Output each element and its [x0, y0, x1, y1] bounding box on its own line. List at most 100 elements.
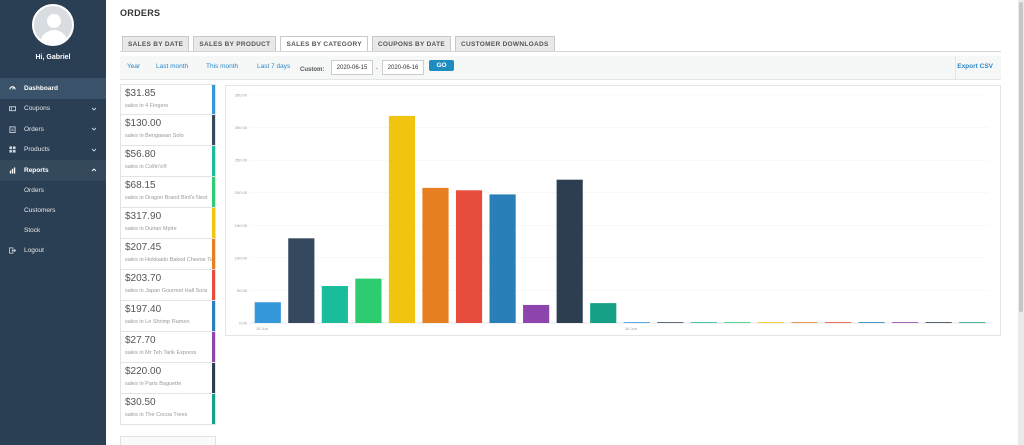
chart-bar — [757, 322, 785, 323]
chart-bar — [455, 190, 483, 323]
legend-amount: $197.40 — [125, 304, 162, 315]
chart-bar — [590, 303, 617, 323]
go-button[interactable]: GO — [429, 60, 454, 71]
legend-item[interactable]: $197.40 sales in Le Shrimp Ramen — [120, 301, 216, 332]
legend-label: sales in 4 Fingers — [125, 103, 169, 109]
legend-item[interactable]: $68.15 sales in Dragon Brand Bird's Nest — [120, 177, 216, 208]
legend-amount: $27.70 — [125, 335, 156, 346]
tab-divider — [120, 51, 1001, 52]
legend-label: sales in Collin's® — [125, 164, 167, 170]
chart-y-tick-label: 150.00 — [235, 223, 248, 228]
export-divider — [955, 56, 956, 80]
legend-item[interactable]: $31.85 sales in 4 Fingers — [120, 84, 216, 115]
range-last-month-link[interactable]: Last month — [156, 63, 188, 70]
legend-swatch — [212, 270, 215, 300]
sidebar-item-logout[interactable]: Logout — [0, 241, 106, 262]
sidebar-subitem-customers[interactable]: Customers — [0, 201, 106, 221]
legend-item[interactable]: $30.50 sales in The Cocoa Trees — [120, 394, 216, 425]
app-window: Hi, Gabriel Dashboard Coupons Orders Pro… — [0, 0, 1024, 445]
legend-swatch — [212, 332, 215, 362]
chevron-down-icon — [91, 126, 97, 132]
legend-overflow-item — [120, 436, 216, 445]
category-legend: $31.85 sales in 4 Fingers $130.00 sales in … — [120, 84, 216, 425]
chart-y-tick-label: 200.00 — [235, 190, 248, 195]
chart-bar — [355, 278, 382, 323]
sidebar-item-orders[interactable]: Orders — [0, 119, 106, 140]
sidebar-item-label: Orders — [24, 125, 44, 133]
legend-label: sales in Durian Mpire — [125, 226, 177, 232]
legend-amount: $68.15 — [125, 180, 156, 191]
profile-block: Hi, Gabriel — [0, 0, 106, 78]
legend-label: sales in Mr Teh Tarik Express — [125, 350, 197, 356]
legend-label: sales in Dragon Brand Bird's Nest — [125, 195, 208, 201]
legend-amount: $130.00 — [125, 118, 162, 129]
legend-item[interactable]: $220.00 sales in Paris Baguette — [120, 363, 216, 394]
chevron-down-icon — [91, 147, 97, 153]
page-scrollbar[interactable] — [1018, 0, 1024, 445]
date-separator: - — [376, 66, 378, 72]
chart-bar — [288, 238, 315, 323]
date-range-bar: Year Last month This month Last 7 days C… — [120, 56, 1001, 80]
chart-bar — [556, 179, 583, 323]
chart-y-tick-label: 350.00 — [235, 93, 248, 98]
chart-bar — [892, 322, 919, 323]
chart-x-tick-label: 16 Jun — [625, 326, 637, 331]
legend-item[interactable]: $27.70 sales in Mr Teh Tarik Express — [120, 332, 216, 363]
sidebar-item-reports[interactable]: Reports — [0, 160, 106, 181]
chart-x-tick-label: 15 Jun — [256, 326, 268, 331]
avatar-head — [47, 14, 61, 28]
chart-bar — [690, 322, 717, 323]
legend-swatch — [212, 301, 215, 331]
range-this-month-link[interactable]: This month — [206, 63, 238, 70]
range-last-7-days-link[interactable]: Last 7 days — [257, 63, 290, 70]
chart-y-tick-label: 300.00 — [235, 125, 248, 130]
sidebar-subitem-stock[interactable]: Stock — [0, 221, 106, 241]
chart-bar — [824, 322, 852, 323]
legend-swatch — [212, 177, 215, 207]
legend-item[interactable]: $207.45 sales in Hokkaido Baked Cheese Ta… — [120, 239, 216, 270]
legend-swatch — [212, 394, 215, 424]
chart-bar — [388, 115, 416, 323]
sidebar-item-products[interactable]: Products — [0, 140, 106, 161]
end-date-input[interactable]: 2020-06-16 — [382, 60, 424, 75]
legend-label: sales in Paris Baguette — [125, 381, 182, 387]
range-year-link[interactable]: Year — [127, 63, 140, 70]
tab-customer-downloads[interactable]: CUSTOMER DOWNLOADS — [454, 36, 555, 51]
sidebar-item-label: Coupons — [24, 105, 51, 113]
tab-sales-by-date[interactable]: SALES BY DATE — [122, 36, 190, 51]
legend-item[interactable]: $317.90 sales in Durian Mpire — [120, 208, 216, 239]
legend-amount: $30.50 — [125, 397, 156, 408]
legend-item[interactable]: $130.00 sales in Bengawan Solo — [120, 115, 216, 146]
tab-sales-by-product[interactable]: SALES BY PRODUCT — [193, 36, 277, 51]
chart-bar — [959, 322, 986, 323]
sidebar-item-dashboard[interactable]: Dashboard — [0, 78, 106, 99]
start-date-input[interactable]: 2020-06-15 — [331, 60, 373, 75]
legend-swatch — [212, 239, 215, 269]
user-greeting: Hi, Gabriel — [35, 54, 71, 61]
clipboard-icon — [9, 126, 16, 133]
chart-bar — [724, 322, 751, 323]
export-csv-link[interactable]: Export CSV — [957, 63, 993, 70]
legend-amount: $31.85 — [125, 88, 156, 99]
sidebar-item-label: Dashboard — [24, 84, 58, 92]
avatar — [32, 4, 74, 46]
chart-bar — [489, 194, 516, 323]
legend-label: sales in Bengawan Solo — [125, 133, 184, 139]
sidebar-item-coupons[interactable]: Coupons — [0, 99, 106, 120]
logout-icon — [9, 247, 16, 254]
legend-item[interactable]: $56.80 sales in Collin's® — [120, 146, 216, 177]
legend-label: sales in Le Shrimp Ramen — [125, 319, 190, 325]
legend-swatch — [212, 115, 215, 145]
legend-item[interactable]: $203.70 sales in Japan Gourmet Hall Sora — [120, 270, 216, 301]
chart-y-tick-label: 0.00 — [239, 321, 248, 326]
chart-bar — [321, 285, 348, 323]
tab-coupons-by-date[interactable]: COUPONS BY DATE — [371, 36, 451, 51]
tab-sales-by-category[interactable]: SALES BY CATEGORY — [280, 36, 368, 51]
scrollbar-thumb[interactable] — [1019, 2, 1023, 312]
legend-swatch — [212, 363, 215, 393]
sidebar: Hi, Gabriel Dashboard Coupons Orders Pro… — [0, 0, 106, 445]
sidebar-subitem-orders[interactable]: Orders — [0, 181, 106, 201]
ticket-icon — [9, 105, 16, 112]
legend-label: sales in Hokkaido Baked Cheese Tart — [125, 257, 213, 263]
legend-swatch — [212, 146, 215, 176]
